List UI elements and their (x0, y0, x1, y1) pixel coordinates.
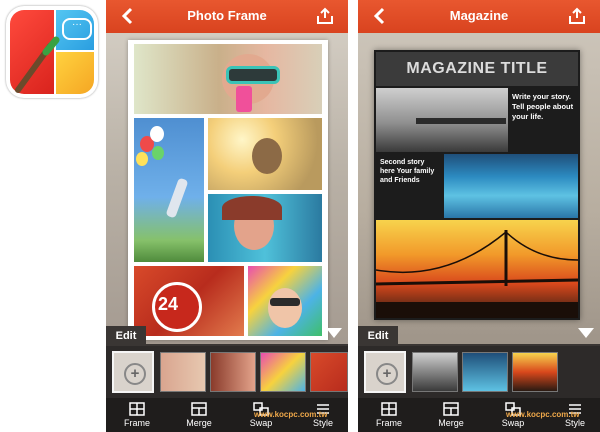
plus-icon: + (124, 363, 146, 385)
thumbnail-photo[interactable] (412, 352, 458, 392)
top-bar: Photo Frame (106, 0, 348, 33)
thumbnail-photo[interactable] (462, 352, 508, 392)
photo-balloons-jump[interactable] (134, 118, 204, 262)
bridge-silhouette (376, 230, 578, 318)
story2-panel: Second story here Your family and Friend… (376, 154, 442, 218)
edit-tab[interactable]: Edit (358, 326, 398, 346)
tab-label: Frame (375, 418, 402, 428)
frame-icon (129, 402, 145, 416)
watermark: www.kocpc.com.tw (506, 410, 580, 419)
tab-label: Swap (249, 418, 273, 428)
collage-frame: 24 (128, 40, 328, 340)
tab-frame[interactable]: Frame (112, 402, 162, 428)
tab-frame[interactable]: Frame (364, 402, 414, 428)
share-icon[interactable] (316, 7, 334, 25)
thumbnail-photo[interactable] (310, 352, 348, 392)
thumbnail-photo[interactable] (512, 352, 558, 392)
chat-bubble-icon: ··· (62, 18, 92, 40)
photo-ocean-waves[interactable] (444, 154, 578, 218)
thumbnail-photo[interactable] (260, 352, 306, 392)
phone-screen-photo-frame: Photo Frame 24 Edit + Frame Merge Swap S… (106, 0, 348, 432)
app-icon: ··· (6, 6, 98, 98)
merge-icon (443, 402, 459, 416)
watermark: www.kocpc.com.tw (254, 410, 328, 419)
collapse-chevron-icon[interactable] (326, 328, 342, 338)
paintbrush-icon (15, 36, 60, 93)
tab-merge[interactable]: Merge (174, 402, 224, 428)
photo-bridge-sunset[interactable] (376, 220, 578, 318)
collapse-chevron-icon[interactable] (578, 328, 594, 338)
magazine-title-panel: MAGAZINE TITLE (376, 52, 578, 86)
tab-label: Frame (123, 418, 150, 428)
screen-title: Photo Frame (187, 8, 267, 23)
photo-strip: + (106, 346, 348, 398)
story2-text[interactable]: Second story here Your family and Friend… (380, 158, 440, 185)
photo-girl-sunglasses[interactable] (134, 44, 322, 114)
tab-label: Merge (186, 418, 212, 428)
edit-tab[interactable]: Edit (106, 326, 146, 346)
plus-icon: + (376, 363, 398, 385)
edit-bar: Edit (358, 326, 600, 346)
phone-screen-magazine: Magazine MAGAZINE TITLE Write your story… (358, 0, 600, 432)
screen-title: Magazine (449, 8, 509, 23)
tab-label: Style (564, 418, 585, 428)
share-icon[interactable] (568, 7, 586, 25)
story1-text[interactable]: Write your story. Tell people about your… (512, 92, 576, 122)
frame-icon (381, 402, 397, 416)
photo-underwater-girl[interactable] (208, 194, 322, 262)
tab-label: Swap (501, 418, 525, 428)
magazine-title[interactable]: MAGAZINE TITLE (376, 60, 578, 78)
story1-panel: Write your story. Tell people about your… (510, 88, 578, 152)
photo-strip: + (358, 346, 600, 398)
photo-sunlight-girl[interactable] (208, 118, 322, 190)
tab-merge[interactable]: Merge (426, 402, 476, 428)
thumbnail-photo[interactable] (210, 352, 256, 392)
tab-label: Style (312, 418, 333, 428)
add-photo-button[interactable]: + (112, 351, 154, 393)
top-bar: Magazine (358, 0, 600, 33)
photo-pier-bw[interactable] (376, 88, 508, 152)
add-photo-button[interactable]: + (364, 351, 406, 393)
tab-label: Merge (438, 418, 464, 428)
merge-icon (191, 402, 207, 416)
thumbnail-photo[interactable] (160, 352, 206, 392)
magazine-layout: MAGAZINE TITLE Write your story. Tell pe… (374, 50, 580, 320)
edit-bar: Edit (106, 326, 348, 346)
